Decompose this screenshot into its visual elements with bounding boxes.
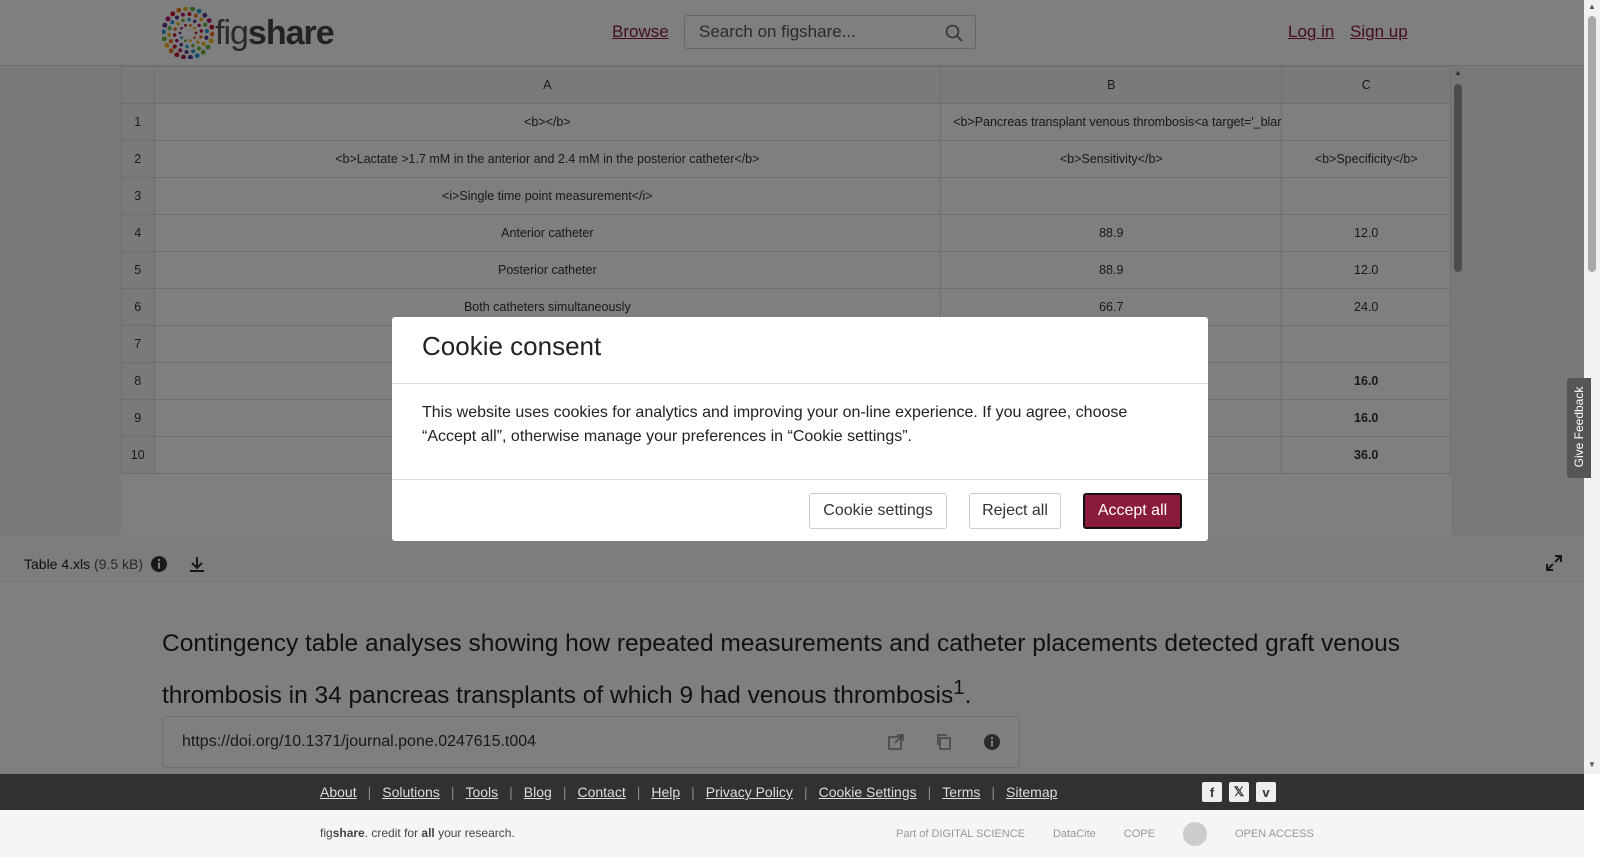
footer-bottom: figshare. credit for all your research. …: [0, 810, 1584, 857]
separator: |: [367, 784, 372, 800]
footer-link-cookie-settings[interactable]: Cookie Settings: [819, 784, 917, 800]
footer-link-about[interactable]: About: [320, 784, 357, 800]
scroll-down-icon[interactable]: ▼: [1588, 760, 1596, 769]
separator: |: [562, 784, 567, 800]
footer-links: About | Solutions | Tools | Blog | Contact | Help |…: [320, 784, 1057, 800]
cookie-dialog-text: This website uses cookies for analytics …: [422, 404, 1128, 445]
footer-link-blog[interactable]: Blog: [524, 784, 552, 800]
cookie-settings-button[interactable]: Cookie settings: [809, 493, 947, 529]
footer-link-contact[interactable]: Contact: [577, 784, 625, 800]
footer-link-solutions[interactable]: Solutions: [382, 784, 440, 800]
vimeo-icon[interactable]: v: [1256, 782, 1276, 802]
digital-science-logo[interactable]: Part of DIGITAL SCIENCE: [896, 828, 1025, 840]
separator: |: [927, 784, 932, 800]
modal-backdrop: Cookie consent This website uses cookies…: [0, 0, 1584, 774]
divider: [392, 479, 1208, 480]
footer-link-help[interactable]: Help: [651, 784, 680, 800]
footer-link-terms[interactable]: Terms: [942, 784, 980, 800]
cookie-dialog-title: Cookie consent: [422, 331, 602, 361]
x-twitter-icon[interactable]: 𝕏: [1229, 782, 1249, 802]
separator: |: [636, 784, 641, 800]
divider: [392, 383, 1208, 384]
cookie-consent-dialog: Cookie consent This website uses cookies…: [392, 317, 1208, 541]
separator: |: [691, 784, 695, 800]
separator: |: [803, 784, 808, 800]
page-scrollbar-thumb[interactable]: [1588, 16, 1596, 272]
footer-nav: About | Solutions | Tools | Blog | Contact | Help |…: [0, 774, 1584, 810]
feedback-label: Give Feedback: [1572, 386, 1586, 468]
separator: |: [991, 784, 996, 800]
footer-link-privacy-policy[interactable]: Privacy Policy: [706, 784, 793, 800]
reject-all-button[interactable]: Reject all: [969, 493, 1061, 529]
separator: |: [450, 784, 455, 800]
open-access-logo[interactable]: OPEN ACCESS: [1235, 828, 1314, 840]
footer-link-sitemap[interactable]: Sitemap: [1006, 784, 1057, 800]
partner-logos: Part of DIGITAL SCIENCE DataCite COPE OP…: [896, 822, 1314, 846]
accept-all-button[interactable]: Accept all: [1083, 493, 1182, 529]
footer-tagline: figshare. credit for all your research.: [320, 826, 515, 840]
separator: |: [509, 784, 513, 800]
scroll-up-icon[interactable]: ▲: [1588, 2, 1596, 11]
give-feedback-tab[interactable]: Give Feedback: [1567, 378, 1591, 478]
footer-link-tools[interactable]: Tools: [465, 784, 498, 800]
seal-logo[interactable]: [1182, 822, 1207, 846]
datacite-logo[interactable]: DataCite: [1053, 828, 1096, 840]
social-links: f 𝕏 v: [1202, 782, 1276, 802]
facebook-icon[interactable]: f: [1202, 782, 1222, 802]
cope-logo[interactable]: COPE: [1124, 828, 1155, 840]
